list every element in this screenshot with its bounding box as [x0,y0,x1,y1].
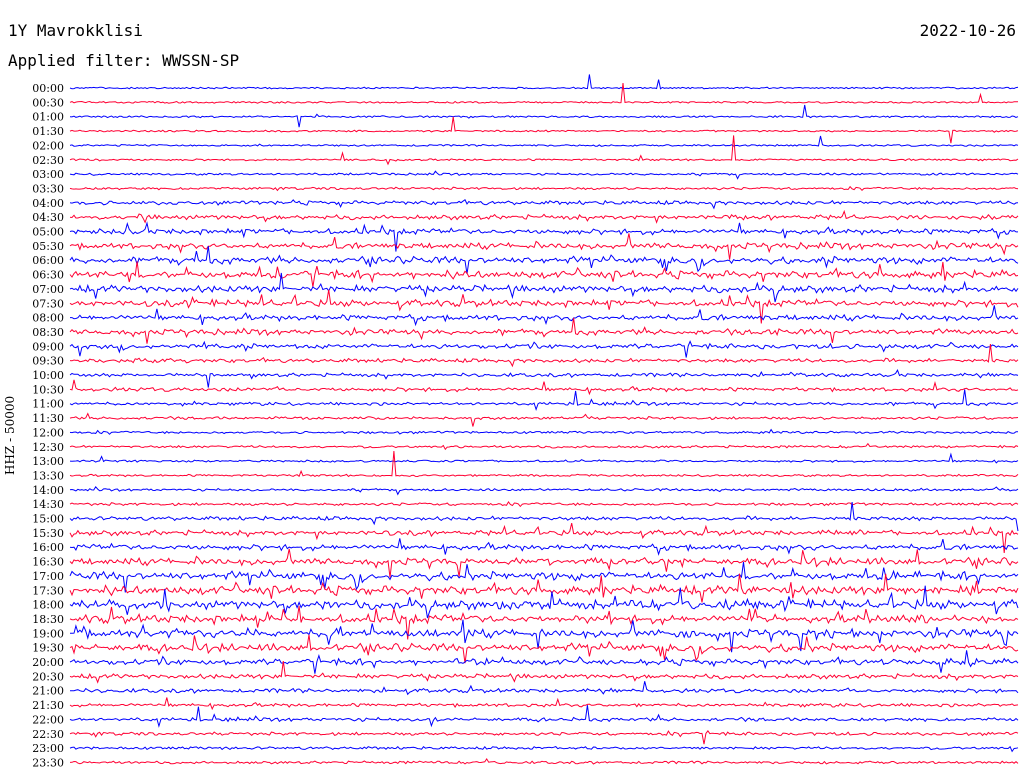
trace-row-2300 [69,745,1019,753]
trace-row-0830 [69,317,1019,344]
trace-row-1100 [69,389,1019,411]
row-time-label: 22:00 [32,713,64,726]
row-time-label: 11:00 [32,398,64,411]
trace-row-0230 [69,135,1019,166]
trace-row-1930 [69,634,1019,664]
trace-row-2030 [69,661,1019,684]
station-title: 1Y Mavrokklisi [8,21,143,40]
row-time-label: 05:00 [32,226,64,239]
row-time-label: 09:00 [32,340,64,353]
trace-row-1430 [69,500,1019,508]
row-time-label: 13:00 [32,455,64,468]
trace-row-0900 [69,340,1019,358]
trace-row-1200 [69,428,1019,435]
row-time-label: 10:30 [32,383,64,396]
row-time-label: 19:30 [32,642,64,655]
row-time-label: 04:00 [32,197,64,210]
trace-row-0330 [69,185,1019,192]
row-time-label: 17:30 [32,584,64,597]
trace-lines [69,74,1019,765]
row-time-label: 13:30 [32,469,64,482]
trace-row-1630 [69,548,1019,578]
row-time-label: 09:30 [32,355,64,368]
trace-row-0030 [69,82,1019,104]
trace-row-2100 [70,681,1019,696]
row-time-label: 00:00 [32,82,64,95]
row-time-label: 07:30 [32,297,64,310]
trace-row-0600 [69,245,1019,274]
row-time-label: 23:30 [32,756,64,769]
row-time-label: 22:30 [32,728,64,741]
trace-row-1030 [69,379,1019,396]
date-label: 2022-10-26 [919,21,1016,40]
row-time-label: 16:00 [32,541,64,554]
trace-row-1730 [69,573,1019,603]
trace-row-1000 [69,369,1019,388]
trace-row-1300 [69,452,1019,464]
trace-row-2230 [69,730,1019,745]
row-time-label: 20:30 [32,670,64,683]
trace-row-0630 [69,261,1019,287]
time-tick-labels: 00:0000:30 01:0001:3002:00 02:3003:0003:30… [32,82,64,769]
trace-row-1500 [69,501,1019,532]
trace-row-2130 [69,697,1019,711]
trace-row-0530 [69,233,1019,260]
row-time-label: 15:00 [32,513,64,526]
row-time-label: 17:00 [32,570,64,583]
trace-row-2000 [69,650,1019,674]
row-time-label: 16:30 [32,556,64,569]
helicorder-plot: 00:0000:30 01:0001:3002:00 02:3003:0003:30… [32,74,1019,769]
row-time-label: 02:30 [32,154,64,167]
trace-row-0200 [69,135,1019,147]
trace-row-0000 [69,74,1019,90]
row-time-label: 08:00 [32,312,64,325]
trace-row-1400 [69,485,1019,496]
row-time-label: 18:30 [32,613,64,626]
row-time-label: 20:00 [32,656,64,669]
row-time-label: 21:00 [32,685,64,698]
trace-row-0100 [69,104,1019,128]
row-time-label: 21:30 [32,699,64,712]
trace-row-1700 [69,561,1019,593]
row-time-label: 14:30 [32,498,64,511]
trace-row-1330 [69,450,1019,478]
row-time-label: 10:00 [32,369,64,382]
trace-row-0130 [69,116,1019,144]
row-time-label: 03:30 [32,182,64,195]
trace-row-0300 [69,170,1019,180]
row-time-label: 12:30 [32,441,64,454]
row-time-label: 03:00 [32,168,64,181]
trace-row-0500 [69,221,1018,252]
filter-label: Applied filter: WWSSN-SP [8,51,240,70]
row-time-label: 01:00 [32,111,64,124]
trace-row-0400 [69,199,1019,210]
y-axis-label: HHZ - 50000 [3,395,17,475]
row-time-label: 19:00 [32,627,64,640]
row-time-label: 05:30 [32,240,64,253]
row-time-label: 02:00 [32,139,64,152]
row-time-label: 04:30 [32,211,64,224]
trace-row-0430 [69,209,1019,224]
row-time-label: 15:30 [32,527,64,540]
trace-row-1130 [69,412,1019,427]
row-time-label: 14:00 [32,484,64,497]
row-time-label: 01:30 [32,125,64,138]
row-time-label: 06:00 [32,254,64,267]
trace-row-2330 [69,757,1019,765]
row-time-label: 06:30 [32,269,64,282]
row-time-label: 08:30 [32,326,64,339]
trace-row-0800 [70,305,1019,327]
row-time-label: 18:00 [32,599,64,612]
row-time-label: 23:00 [32,742,64,755]
trace-row-1230 [69,442,1019,451]
trace-row-1830 [69,605,1019,640]
row-time-label: 12:00 [32,426,64,439]
row-time-label: 11:30 [32,412,64,425]
trace-row-1600 [69,538,1019,556]
row-time-label: 00:30 [32,96,64,109]
row-time-label: 07:00 [32,283,64,296]
